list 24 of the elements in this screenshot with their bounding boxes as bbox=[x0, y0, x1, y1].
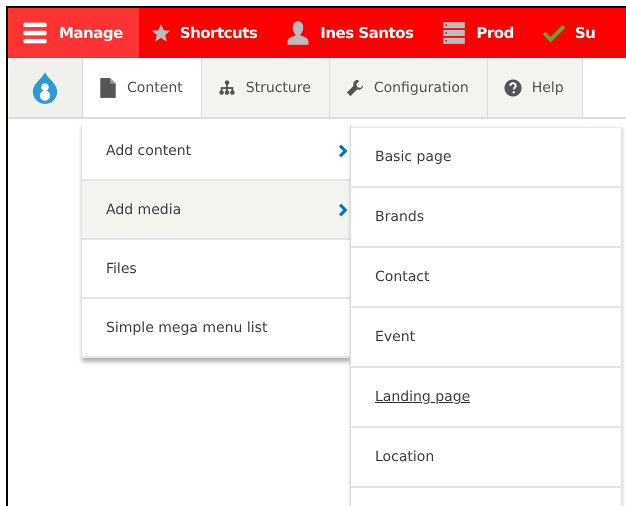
toolbar-tab[interactable]: Prod bbox=[429, 8, 530, 58]
submenu-item[interactable]: Event bbox=[351, 308, 621, 368]
menu-item[interactable]: Add media bbox=[82, 181, 350, 240]
document-icon bbox=[99, 76, 117, 98]
star-icon bbox=[150, 23, 171, 43]
tray-tab[interactable]: Configuration bbox=[330, 58, 488, 117]
submenu-item[interactable]: Basic page bbox=[351, 128, 621, 188]
submenu-item[interactable]: Brands bbox=[351, 188, 621, 248]
submenu-item[interactable]: Location bbox=[351, 428, 621, 488]
toolbar-tab[interactable]: Ines Santos bbox=[273, 8, 430, 58]
toolbar-tab[interactable]: Su bbox=[530, 8, 612, 58]
toolbar-tab[interactable]: Manage bbox=[8, 8, 139, 58]
help-icon bbox=[504, 76, 522, 98]
submenu-item[interactable]: Landing page bbox=[351, 368, 621, 428]
toolbar-tab[interactable]: Shortcuts bbox=[138, 8, 274, 58]
checkmark-icon bbox=[542, 22, 566, 44]
submenu-item[interactable]: Contact bbox=[351, 248, 621, 308]
tray-tab[interactable]: Help bbox=[488, 58, 583, 117]
tray-tab[interactable]: Structure bbox=[202, 58, 330, 117]
drop-logo-icon bbox=[31, 70, 59, 106]
chevron-icon bbox=[338, 202, 348, 216]
person-icon bbox=[285, 20, 312, 46]
chevron-icon bbox=[338, 144, 348, 158]
server-icon bbox=[441, 21, 468, 45]
